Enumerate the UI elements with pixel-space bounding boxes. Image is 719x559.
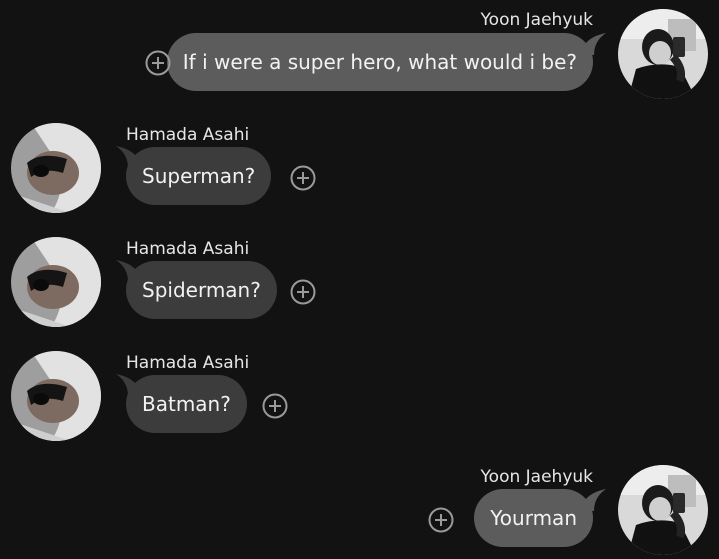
add-reaction-icon[interactable] [262,393,288,419]
message-bubble[interactable]: Superman? [126,147,272,205]
avatar[interactable] [618,9,708,99]
message-bubble[interactable]: Spiderman? [126,261,277,319]
avatar[interactable] [618,465,708,555]
add-reaction-icon[interactable] [290,165,316,191]
sender-name: Hamada Asahi [126,353,250,373]
avatar[interactable] [11,123,101,213]
sender-name: Yoon Jaehyuk [480,10,593,30]
message-bubble[interactable]: Batman? [126,375,247,433]
message-bubble[interactable]: Yourman [474,489,593,547]
message-bubble[interactable]: If i were a super hero, what would i be? [166,33,593,91]
avatar-photo-jaehyuk [618,465,708,555]
add-reaction-icon[interactable] [290,279,316,305]
avatar-photo-asahi [11,123,101,213]
sender-name: Hamada Asahi [126,239,250,259]
sender-name: Yoon Jaehyuk [480,467,593,487]
add-reaction-icon[interactable] [428,507,454,533]
chat-thread: Yoon Jaehyuk If i were a super hero, wha… [0,0,719,559]
avatar[interactable] [11,351,101,441]
avatar-photo-jaehyuk [618,9,708,99]
avatar[interactable] [11,237,101,327]
sender-name: Hamada Asahi [126,125,250,145]
avatar-photo-asahi [11,237,101,327]
add-reaction-icon[interactable] [145,50,171,76]
avatar-photo-asahi [11,351,101,441]
